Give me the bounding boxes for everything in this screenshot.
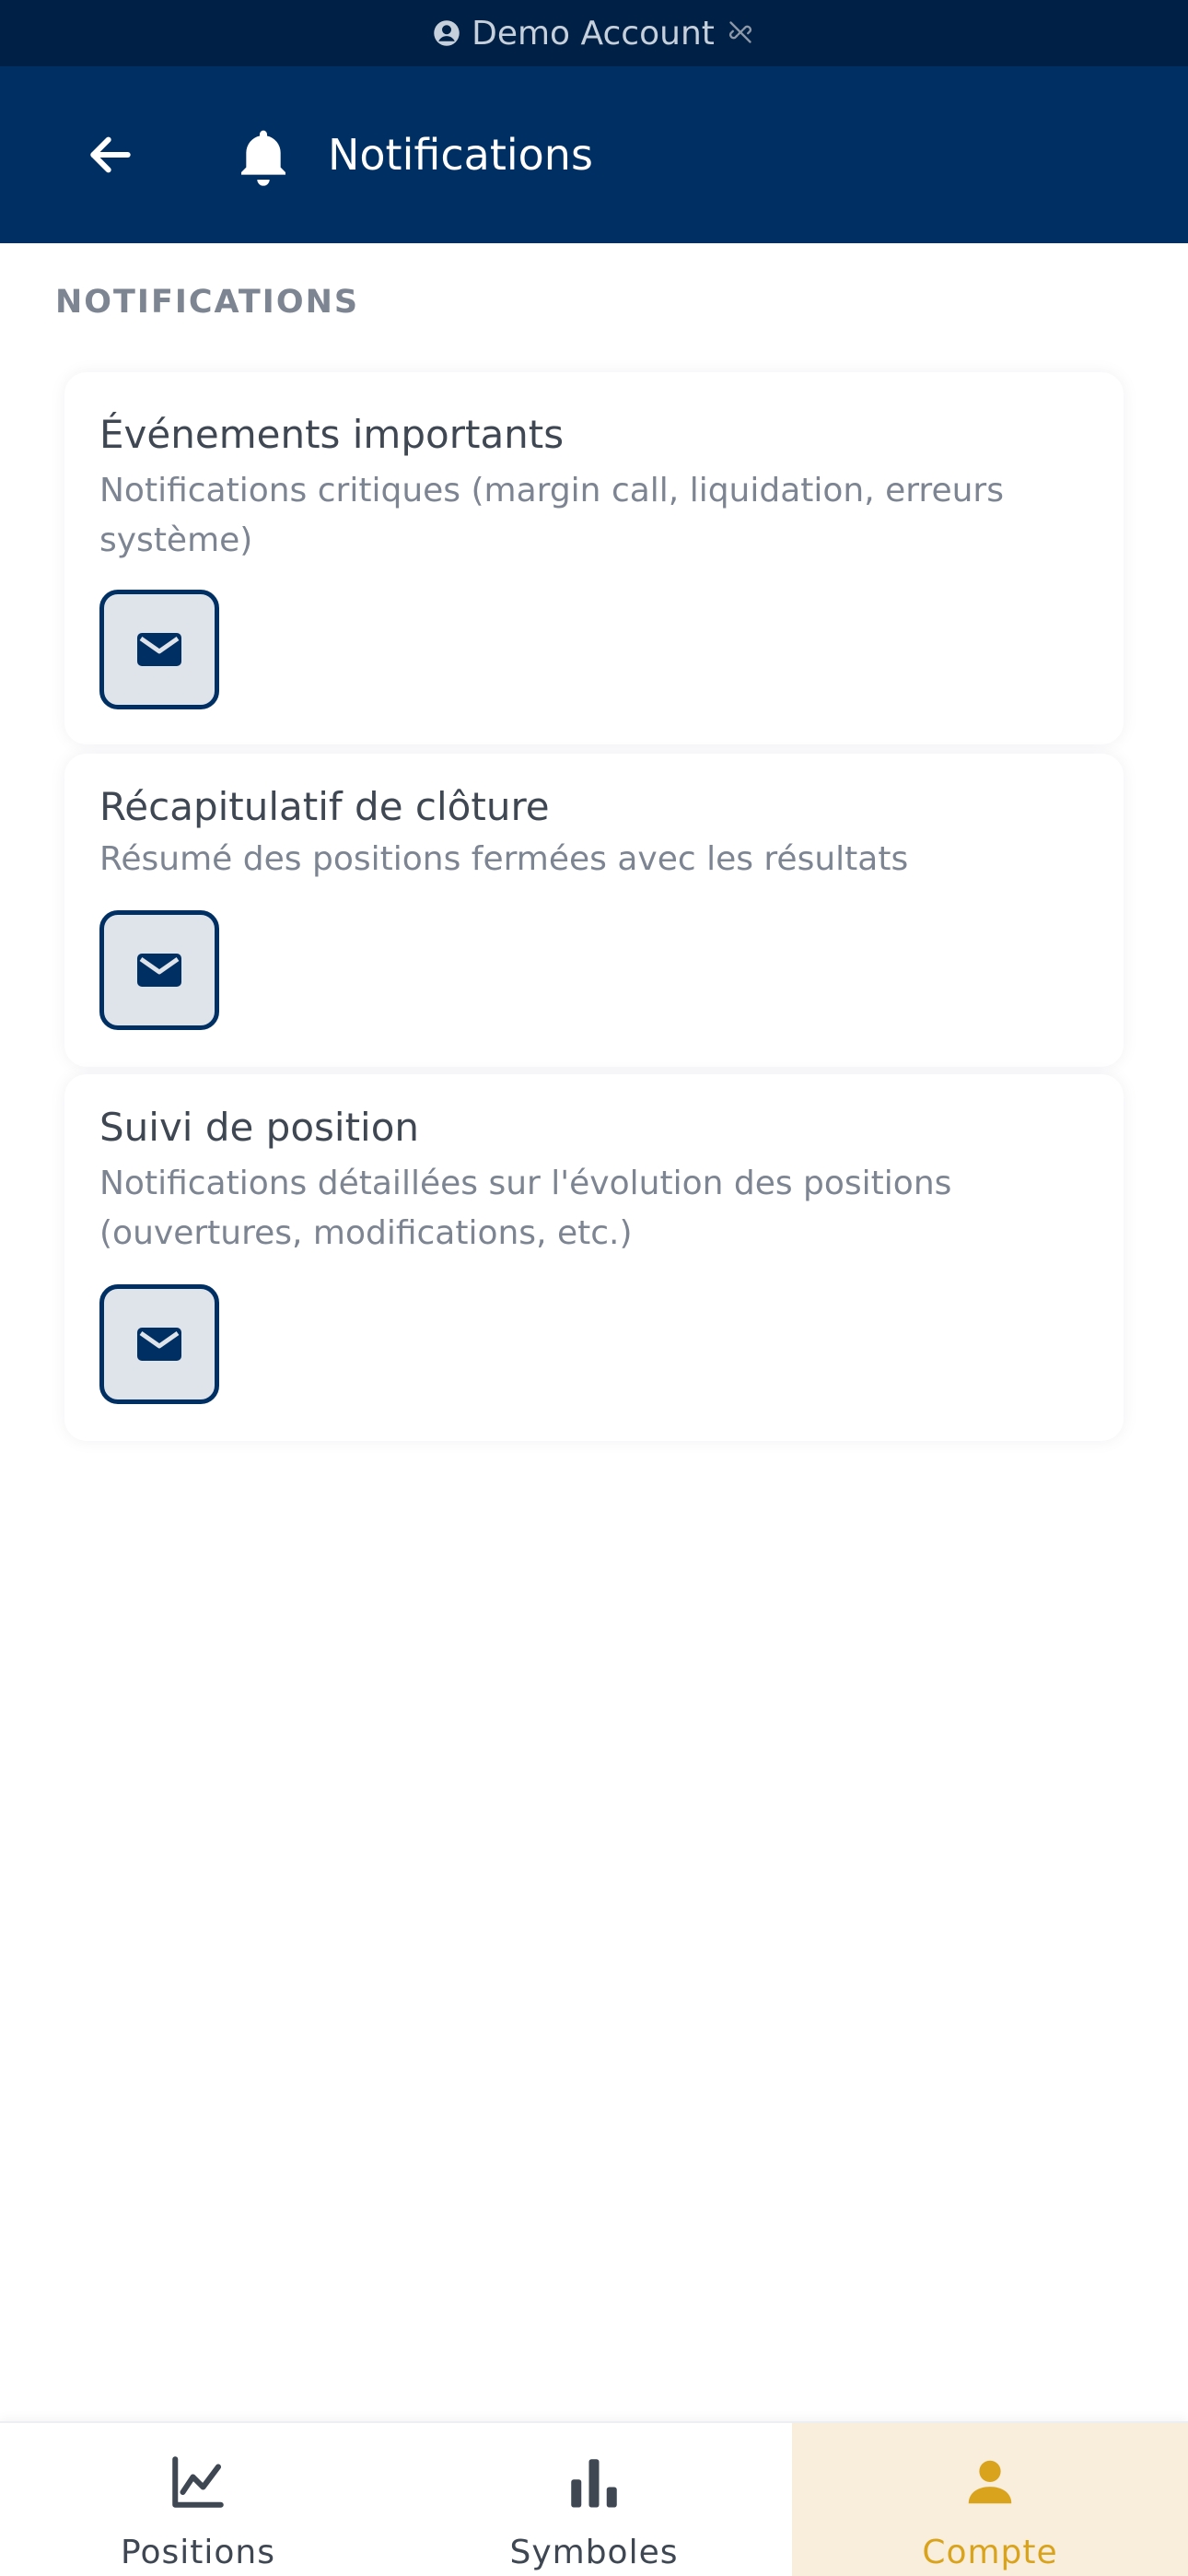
app-header: Notifications: [0, 66, 1188, 243]
nav-item-positions[interactable]: Positions: [0, 2423, 396, 2576]
nav-label: Compte: [922, 2534, 1058, 2571]
back-button[interactable]: [77, 122, 144, 188]
bottom-nav: Positions Symboles Compte: [0, 2421, 1188, 2576]
card-description: Résumé des positions fermées avec les ré…: [99, 840, 909, 878]
section-label: NOTIFICATIONS: [55, 284, 360, 321]
nav-label: Symboles: [509, 2534, 679, 2571]
arrow-left-icon: [90, 136, 131, 173]
email-channel-toggle[interactable]: [99, 910, 219, 1030]
card-description: Notifications détaillées sur l'évolution…: [99, 1165, 952, 1252]
line-chart-icon: [165, 2449, 231, 2515]
account-circle-icon: [433, 19, 460, 47]
person-icon: [957, 2449, 1023, 2515]
email-channel-toggle[interactable]: [99, 1284, 219, 1404]
notification-card-position-tracking: Suivi de position Notifications détaillé…: [64, 1074, 1124, 1441]
mail-icon: [137, 633, 181, 666]
status-bar: Demo Account: [0, 0, 1188, 66]
nav-label: Positions: [121, 2534, 275, 2571]
card-title: Suivi de position: [99, 1105, 420, 1150]
nav-item-symboles[interactable]: Symboles: [396, 2423, 792, 2576]
mail-icon: [137, 954, 181, 987]
email-channel-toggle[interactable]: [99, 590, 219, 709]
card-title: Événements importants: [99, 412, 565, 457]
nav-item-compte[interactable]: Compte: [792, 2423, 1188, 2576]
account-label: Demo Account: [472, 14, 715, 53]
notification-card-important-events: Événements importants Notifications crit…: [64, 372, 1124, 744]
link-off-icon: [728, 19, 755, 47]
page-title: Notifications: [328, 130, 593, 180]
app-root: Demo Account Notifications NOTIFICATIONS…: [0, 0, 1188, 2576]
bar-chart-icon: [561, 2449, 627, 2515]
notification-card-closing-summary: Récapitulatif de clôture Résumé des posi…: [64, 754, 1124, 1067]
mail-icon: [137, 1328, 181, 1361]
card-description: Notifications critiques (margin call, li…: [99, 472, 1004, 559]
card-title: Récapitulatif de clôture: [99, 784, 550, 829]
bell-icon: [234, 125, 293, 190]
